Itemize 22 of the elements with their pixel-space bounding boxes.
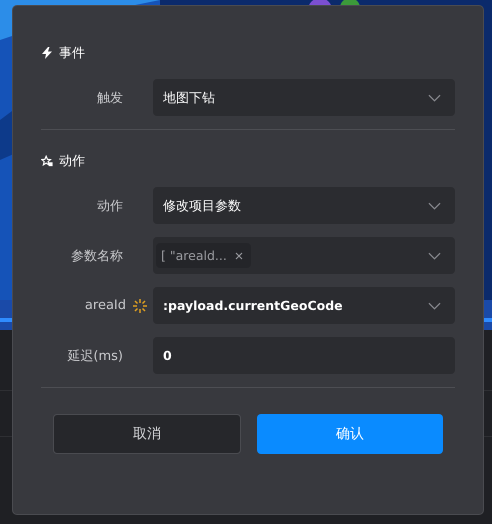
chevron-down-icon: [428, 252, 441, 260]
select-field[interactable]: 修改项目参数: [153, 187, 455, 224]
star-icon: [41, 155, 53, 167]
select-field[interactable]: :payload.currentGeoCode: [153, 287, 455, 324]
sparkle-icon: [133, 298, 147, 312]
section-title: 动作: [59, 153, 85, 170]
chevron-down-icon: [428, 302, 441, 310]
tag: [ "areald...: [156, 243, 251, 268]
chevron-down-icon: [428, 202, 441, 210]
field-label: 动作: [97, 198, 123, 214]
field-label: 延迟(ms): [67, 348, 123, 364]
select-field[interactable]: [ "areald...: [153, 237, 455, 274]
field-label: 参数名称: [71, 248, 123, 264]
lightning-icon: [41, 47, 53, 59]
cancel-button[interactable]: 取消: [53, 414, 241, 454]
input-field[interactable]: 0: [153, 337, 455, 374]
close-icon[interactable]: [234, 252, 243, 260]
field-label: areaId: [84, 298, 126, 313]
chevron-down-icon: [428, 94, 441, 102]
field-label: 触发: [97, 90, 123, 106]
section-title: 事件: [59, 45, 85, 62]
select-field[interactable]: 地图下钻: [153, 79, 455, 116]
